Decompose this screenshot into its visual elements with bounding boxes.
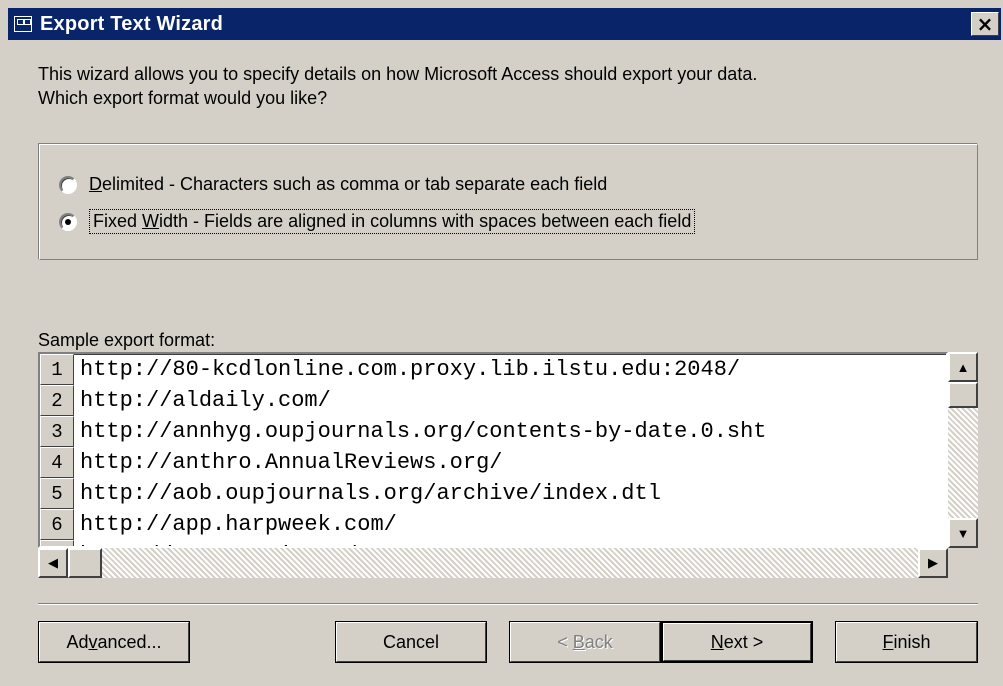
- sample-export-preview[interactable]: 1 http://80-kcdlonline.com.proxy.lib.ilst…: [38, 352, 948, 548]
- vertical-scrollbar[interactable]: ▲ ▼: [948, 352, 978, 548]
- fixed-width-label: Fixed Width - Fields are aligned in colu…: [89, 209, 696, 234]
- row-text: http://anthro.AnnualReviews.org/: [80, 450, 503, 475]
- row-number: 5: [40, 478, 74, 509]
- wizard-icon: [14, 16, 32, 32]
- next-button[interactable]: Next >: [661, 621, 813, 663]
- advanced-button[interactable]: Advanced...: [38, 621, 190, 663]
- scrollbar-corner: [948, 548, 978, 578]
- sample-export-label: Sample export format:: [38, 330, 216, 350]
- preview-row: 5 http://aob.oupjournals.org/archive/inde…: [40, 478, 946, 509]
- window-title: Export Text Wizard: [40, 12, 224, 35]
- export-format-group: Delimited - Characters such as comma or …: [38, 143, 978, 260]
- arrow-up-icon: ▲: [956, 359, 970, 375]
- delimited-radio[interactable]: [59, 175, 77, 194]
- row-number: 1: [40, 354, 74, 385]
- intro-line-1: This wizard allows you to specify detail…: [38, 64, 758, 84]
- row-number: 2: [40, 385, 74, 416]
- row-number: 6: [40, 509, 74, 540]
- delimited-label: Delimited - Characters such as comma or …: [89, 174, 608, 194]
- row-number: 3: [40, 416, 74, 447]
- delimited-option[interactable]: Delimited - Characters such as comma or …: [59, 174, 607, 195]
- scroll-right-button[interactable]: ▶: [918, 548, 948, 578]
- preview-row: 3 http://annhyg.oupjournals.org/contents-…: [40, 416, 946, 447]
- button-separator: [38, 603, 978, 605]
- horizontal-scroll-thumb[interactable]: [68, 548, 102, 578]
- close-button[interactable]: ×: [971, 12, 999, 36]
- title-bar[interactable]: Export Text Wizard ×: [8, 8, 1001, 40]
- row-text: http://www.aavaj.aee/aaaaat: [74, 540, 436, 546]
- row-number: 4: [40, 447, 74, 478]
- preview-row: 6 http://app.harpweek.com/: [40, 509, 946, 540]
- row-text: http://80-kcdlonline.com.proxy.lib.ilstu…: [80, 357, 741, 382]
- scroll-up-button[interactable]: ▲: [948, 352, 978, 382]
- preview-row: 4 http://anthro.AnnualReviews.org/: [40, 447, 946, 478]
- arrow-right-icon: ▶: [928, 555, 938, 570]
- vertical-scroll-thumb[interactable]: [948, 382, 978, 408]
- preview-row: 2 http://aldaily.com/: [40, 385, 946, 416]
- cancel-button[interactable]: Cancel: [335, 621, 487, 663]
- row-text: http://aob.oupjournals.org/archive/index…: [80, 481, 661, 506]
- horizontal-scrollbar[interactable]: ◀ ▶: [38, 548, 948, 578]
- close-icon: ×: [976, 12, 994, 36]
- preview-row: 7http://www.aavaj.aee/aaaaat: [40, 540, 946, 546]
- arrow-left-icon: ◀: [48, 555, 58, 570]
- preview-row: 1 http://80-kcdlonline.com.proxy.lib.ilst…: [40, 354, 946, 385]
- back-button[interactable]: < Back: [509, 621, 661, 663]
- arrow-down-icon: ▼: [956, 525, 970, 541]
- finish-button[interactable]: Finish: [835, 621, 978, 663]
- row-text: http://aldaily.com/: [80, 388, 331, 413]
- intro-text: This wizard allows you to specify detail…: [38, 62, 968, 110]
- row-text: http://app.harpweek.com/: [80, 512, 397, 537]
- fixed-width-radio[interactable]: [59, 212, 77, 231]
- export-text-wizard-dialog: Export Text Wizard × This wizard allows …: [0, 0, 1003, 686]
- intro-line-2: Which export format would you like?: [38, 88, 328, 108]
- scroll-left-button[interactable]: ◀: [38, 548, 68, 578]
- fixed-width-option[interactable]: Fixed Width - Fields are aligned in colu…: [59, 209, 696, 234]
- row-text: http://annhyg.oupjournals.org/contents-b…: [80, 419, 767, 444]
- scroll-down-button[interactable]: ▼: [948, 518, 978, 548]
- row-number: 7: [40, 540, 74, 546]
